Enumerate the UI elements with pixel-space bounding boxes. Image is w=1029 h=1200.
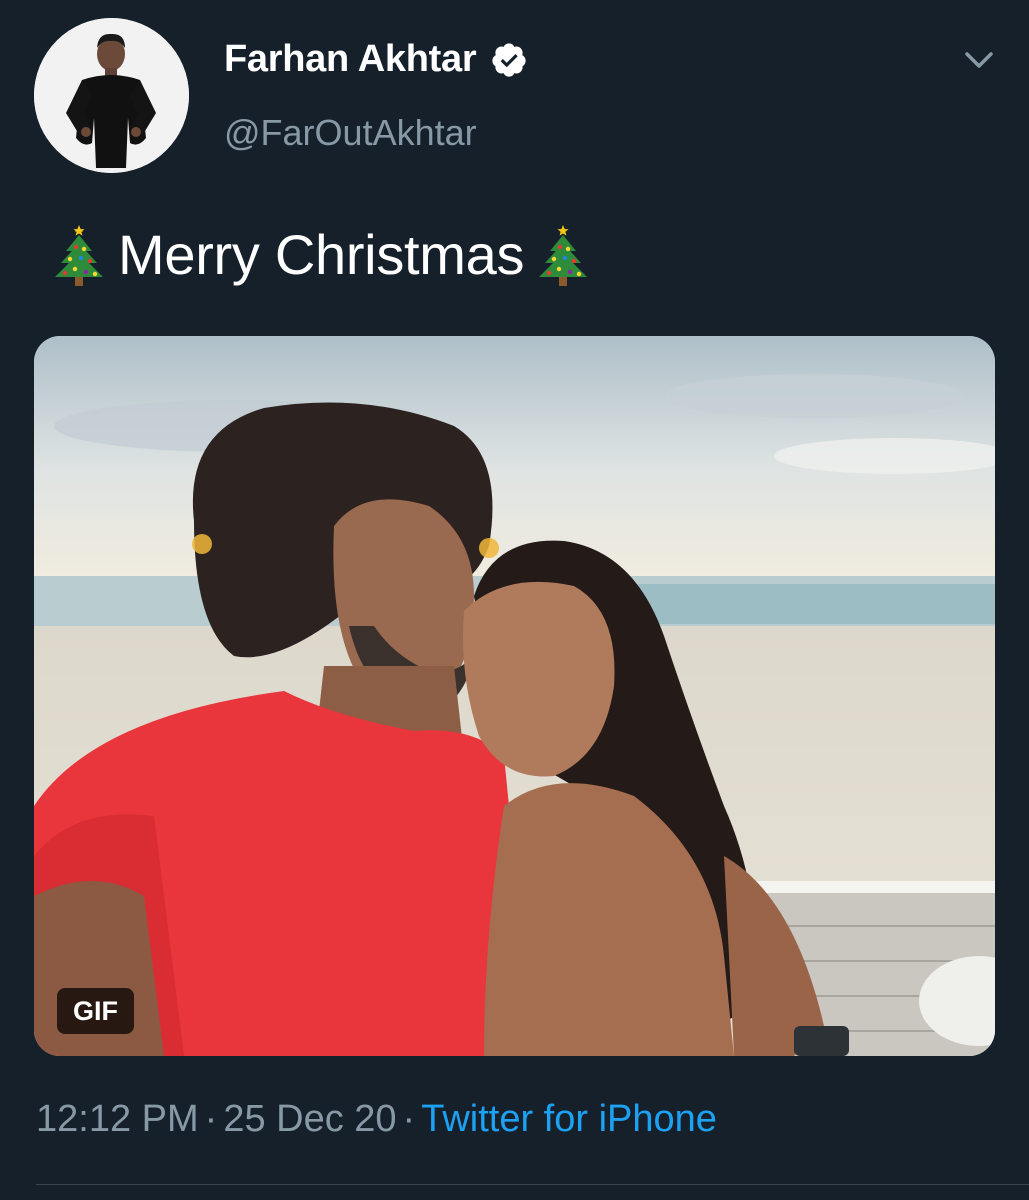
meta-separator: ·	[204, 1098, 218, 1140]
tweet-text: Merry Christmas	[42, 214, 600, 294]
person-portrait-avatar	[34, 18, 189, 173]
tweet-media-gif[interactable]: GIF	[34, 336, 995, 1056]
chevron-down-icon[interactable]	[962, 46, 996, 74]
verified-badge-icon	[492, 42, 526, 77]
tweet-time[interactable]: 12:12 PM	[36, 1098, 199, 1140]
tweet-text-content: Merry Christmas	[118, 222, 525, 286]
tweet-meta: 12:12 PM · 25 Dec 20 · Twitter for iPhone	[36, 1098, 717, 1141]
author-name-row[interactable]: Farhan Akhtar	[224, 38, 528, 81]
gif-image	[34, 336, 995, 1056]
divider	[36, 1184, 1029, 1185]
tweet: Farhan Akhtar @FarOutAkhtar Merry Christ…	[0, 0, 1029, 1200]
christmas-tree-emoji	[55, 225, 103, 286]
meta-separator: ·	[402, 1098, 416, 1140]
christmas-tree-emoji	[539, 225, 588, 286]
avatar[interactable]	[34, 18, 189, 173]
gif-badge: GIF	[57, 988, 134, 1034]
tweet-date[interactable]: 25 Dec 20	[223, 1098, 396, 1140]
author-display-name[interactable]: Farhan Akhtar	[224, 38, 477, 81]
author-handle[interactable]: @FarOutAkhtar	[224, 112, 477, 154]
tweet-source-link[interactable]: Twitter for iPhone	[421, 1098, 717, 1140]
